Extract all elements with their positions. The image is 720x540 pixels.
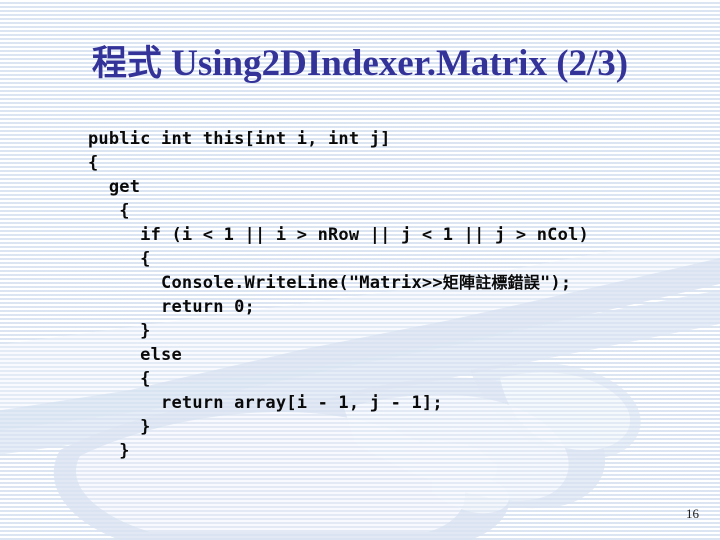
code-line: Console.WriteLine("Matrix>>矩陣註標錯誤"); <box>88 271 589 295</box>
code-text: get <box>88 177 141 197</box>
page-number: 16 <box>686 506 699 521</box>
code-line: public int this[int i, int j] <box>88 127 589 151</box>
code-line: } <box>88 439 589 463</box>
code-line: { <box>88 151 589 175</box>
code-text: } <box>88 321 151 341</box>
code-line: get <box>88 175 589 199</box>
code-line: if (i < 1 || i > nRow || j < 1 || j > nC… <box>88 223 589 247</box>
code-text: { <box>88 153 99 173</box>
code-text: return array[i - 1, j - 1]; <box>88 393 443 413</box>
code-line: } <box>88 319 589 343</box>
code-block: public int this[int i, int j] { get { if … <box>88 127 589 463</box>
code-text: { <box>88 249 151 269</box>
code-text: if (i < 1 || i > nRow || j < 1 || j > nC… <box>88 225 589 245</box>
page-title-latin: Using2DIndexer.Matrix (2/3) <box>161 43 629 84</box>
code-cjk-string: 矩陣註標錯誤 <box>442 273 540 292</box>
code-text: } <box>88 441 130 461</box>
code-text: "); <box>540 273 572 293</box>
code-text: public int this[int i, int j] <box>88 129 391 149</box>
code-line: } <box>88 415 589 439</box>
code-line: { <box>88 367 589 391</box>
code-text: return 0; <box>88 297 255 317</box>
slide-canvas: 程式 Using2DIndexer.Matrix (2/3) public in… <box>0 0 720 540</box>
code-line: return array[i - 1, j - 1]; <box>88 391 589 415</box>
code-text: { <box>88 201 130 221</box>
page-title: 程式 Using2DIndexer.Matrix (2/3) <box>0 41 720 87</box>
code-line: { <box>88 247 589 271</box>
page-title-cjk: 程式 <box>91 44 162 84</box>
code-text: else <box>88 345 182 365</box>
code-text: } <box>88 417 151 437</box>
code-line: return 0; <box>88 295 589 319</box>
code-text: Console.WriteLine("Matrix>> <box>88 273 443 293</box>
code-line: { <box>88 199 589 223</box>
code-text: { <box>88 369 151 389</box>
code-line: else <box>88 343 589 367</box>
